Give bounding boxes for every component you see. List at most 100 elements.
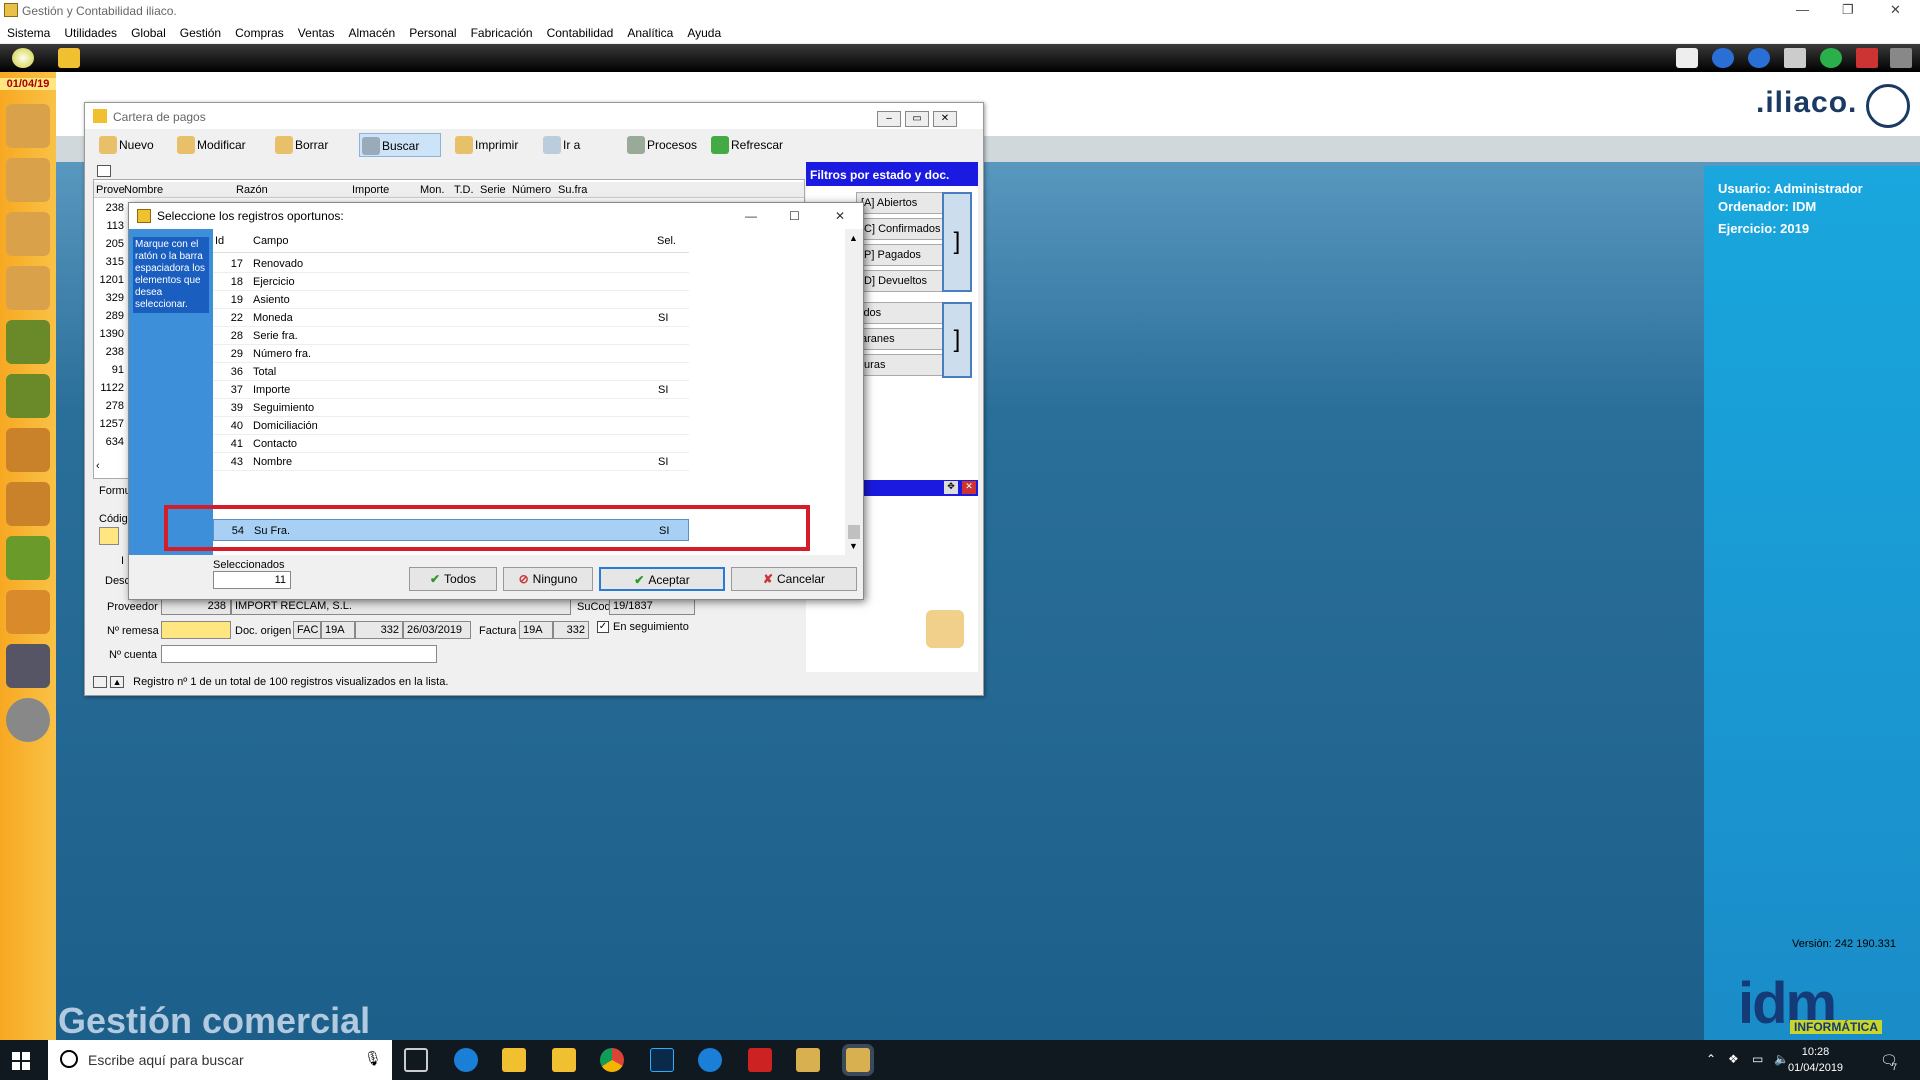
list-item[interactable]: 36 Total <box>213 363 689 381</box>
tray-chevron-icon[interactable]: ⌃ <box>1706 1052 1716 1066</box>
microphone-icon[interactable]: 🎙 <box>364 1050 382 1067</box>
menu-analitica[interactable]: Analítica <box>620 22 680 44</box>
table-row[interactable]: 1201 <box>94 274 124 286</box>
factura-serie-field[interactable]: 19A <box>519 621 553 639</box>
taskbar-search[interactable]: Escribe aquí para buscar 🎙 <box>48 1040 392 1080</box>
doc-tipo-field[interactable]: FAC <box>293 621 321 639</box>
volume-icon[interactable]: 🔈 <box>1774 1052 1789 1066</box>
dialog-minimize-icon[interactable]: — <box>745 209 757 223</box>
cartera-close-button[interactable]: ✕ <box>933 111 957 127</box>
refrescar-button[interactable]: Refrescar <box>709 133 783 157</box>
list-item[interactable]: 41 Contacto <box>213 435 689 453</box>
list-item[interactable]: 17 Renovado <box>213 255 689 273</box>
aceptar-button[interactable]: ✔ Aceptar <box>599 567 725 591</box>
menu-ventas[interactable]: Ventas <box>291 22 342 44</box>
edge-icon[interactable] <box>454 1048 478 1072</box>
close-icon[interactable]: ✕ <box>1890 2 1901 18</box>
doc-fecha-field[interactable]: 26/03/2019 <box>403 621 471 639</box>
menu-sistema[interactable]: Sistema <box>0 22 57 44</box>
table-row[interactable]: 238 <box>94 346 124 358</box>
help-icon[interactable] <box>1820 48 1842 68</box>
filter-pagados[interactable]: [P] Pagados <box>856 244 946 266</box>
table-row[interactable]: 315 <box>94 256 124 268</box>
modificar-button[interactable]: Modificar <box>175 133 246 157</box>
list-item[interactable]: 43 Nombre SI <box>213 453 689 471</box>
procesos-button[interactable]: Procesos <box>625 133 697 157</box>
windows-start-icon[interactable] <box>12 1052 30 1070</box>
table-row[interactable]: 289 <box>94 310 124 322</box>
codigo-field[interactable] <box>99 527 119 545</box>
folder-icon[interactable] <box>58 48 80 68</box>
seguimiento-checkbox[interactable]: ✓ <box>597 621 609 633</box>
exit-icon[interactable] <box>1890 48 1912 68</box>
fc-icon[interactable] <box>6 482 50 526</box>
menu-global[interactable]: Global <box>124 22 173 44</box>
menu-fabricacion[interactable]: Fabricación <box>464 22 540 44</box>
calculator-icon[interactable] <box>1784 48 1806 68</box>
iliaco-app-icon[interactable] <box>796 1048 820 1072</box>
nuevo-button[interactable]: Nuevo <box>97 133 154 157</box>
table-row[interactable]: 634 <box>94 436 124 448</box>
list-item[interactable]: 22 Moneda SI <box>213 309 689 327</box>
forward-arrow-icon[interactable] <box>1748 48 1770 68</box>
task-view-icon[interactable] <box>404 1048 428 1072</box>
scroll-left-icon[interactable]: ‹ <box>96 460 100 472</box>
users-group-icon[interactable] <box>6 104 50 148</box>
list-item[interactable]: 18 Ejercicio <box>213 273 689 291</box>
scroll-thumb[interactable] <box>848 525 860 539</box>
network-icon[interactable]: ▭ <box>1752 1052 1763 1066</box>
table-row[interactable]: 278 <box>94 400 124 412</box>
list-item[interactable]: 40 Domiciliación <box>213 417 689 435</box>
ninguno-button[interactable]: ⊘ Ninguno <box>503 567 593 591</box>
borrar-button[interactable]: Borrar <box>273 133 328 157</box>
table-row[interactable]: 329 <box>94 292 124 304</box>
minimize-icon[interactable]: — <box>1796 2 1809 17</box>
photoshop-icon[interactable] <box>650 1048 674 1072</box>
filter-facturas[interactable]: turas <box>856 354 946 376</box>
scroll-up-icon[interactable]: ▲ <box>849 233 858 243</box>
menu-ayuda[interactable]: Ayuda <box>680 22 728 44</box>
doc-group-bracket[interactable]: ] <box>942 302 972 378</box>
mail-app-icon[interactable] <box>502 1048 526 1072</box>
menu-almacen[interactable]: Almacén <box>342 22 403 44</box>
filter-confirmados[interactable]: [C] Confirmados <box>856 218 946 240</box>
pin-icon[interactable]: ✥ <box>944 481 958 494</box>
iliaco-app-active-icon[interactable] <box>846 1048 870 1072</box>
disc-icon[interactable] <box>6 698 50 742</box>
menu-utilidades[interactable]: Utilidades <box>57 22 124 44</box>
ir-a-button[interactable]: Ir a <box>541 133 580 157</box>
remesa-field[interactable] <box>161 621 231 639</box>
scroll-down-icon[interactable]: ▼ <box>849 541 858 551</box>
status-grid-icon[interactable] <box>93 676 107 689</box>
letter-a-icon[interactable] <box>6 320 50 364</box>
menu-compras[interactable]: Compras <box>228 22 291 44</box>
imprimir-button[interactable]: Imprimir <box>453 133 518 157</box>
list-item[interactable]: 39 Seguimiento <box>213 399 689 417</box>
file-explorer-icon[interactable] <box>552 1048 576 1072</box>
buscar-button[interactable]: Buscar <box>359 133 441 157</box>
filter-pedidos[interactable]: idos <box>856 302 946 324</box>
back-arrow-icon[interactable] <box>1712 48 1734 68</box>
dialog-maximize-icon[interactable]: ☐ <box>789 209 800 223</box>
dropbox-icon[interactable]: ❖ <box>1728 1052 1739 1066</box>
teamviewer-icon[interactable] <box>698 1048 722 1072</box>
list-item[interactable]: 28 Serie fra. <box>213 327 689 345</box>
menu-contabilidad[interactable]: Contabilidad <box>540 22 621 44</box>
dialog-close-icon[interactable]: ✕ <box>835 209 845 223</box>
user-a-icon[interactable] <box>6 266 50 310</box>
collapse-up-icon[interactable]: ▲ <box>110 676 125 689</box>
menu-personal[interactable]: Personal <box>402 22 463 44</box>
doc-numero-field[interactable]: 332 <box>355 621 403 639</box>
restore-icon[interactable]: ❐ <box>1842 2 1854 18</box>
taskbar-clock[interactable]: 10:28 01/04/2019 <box>1788 1044 1843 1076</box>
cartera-maximize-button[interactable]: ▭ <box>905 111 929 127</box>
todos-button[interactable]: ✔ Todos <box>409 567 497 591</box>
letter-f-orange-icon[interactable] <box>6 428 50 472</box>
sun-icon[interactable] <box>12 48 34 68</box>
filter-group-bracket[interactable]: ] <box>942 192 972 292</box>
grid-options-icon[interactable] <box>97 165 111 177</box>
close-app-icon[interactable] <box>1856 48 1878 68</box>
box-green-icon[interactable] <box>6 536 50 580</box>
table-row[interactable]: 1390 <box>94 328 124 340</box>
list-item[interactable]: 37 Importe SI <box>213 381 689 399</box>
